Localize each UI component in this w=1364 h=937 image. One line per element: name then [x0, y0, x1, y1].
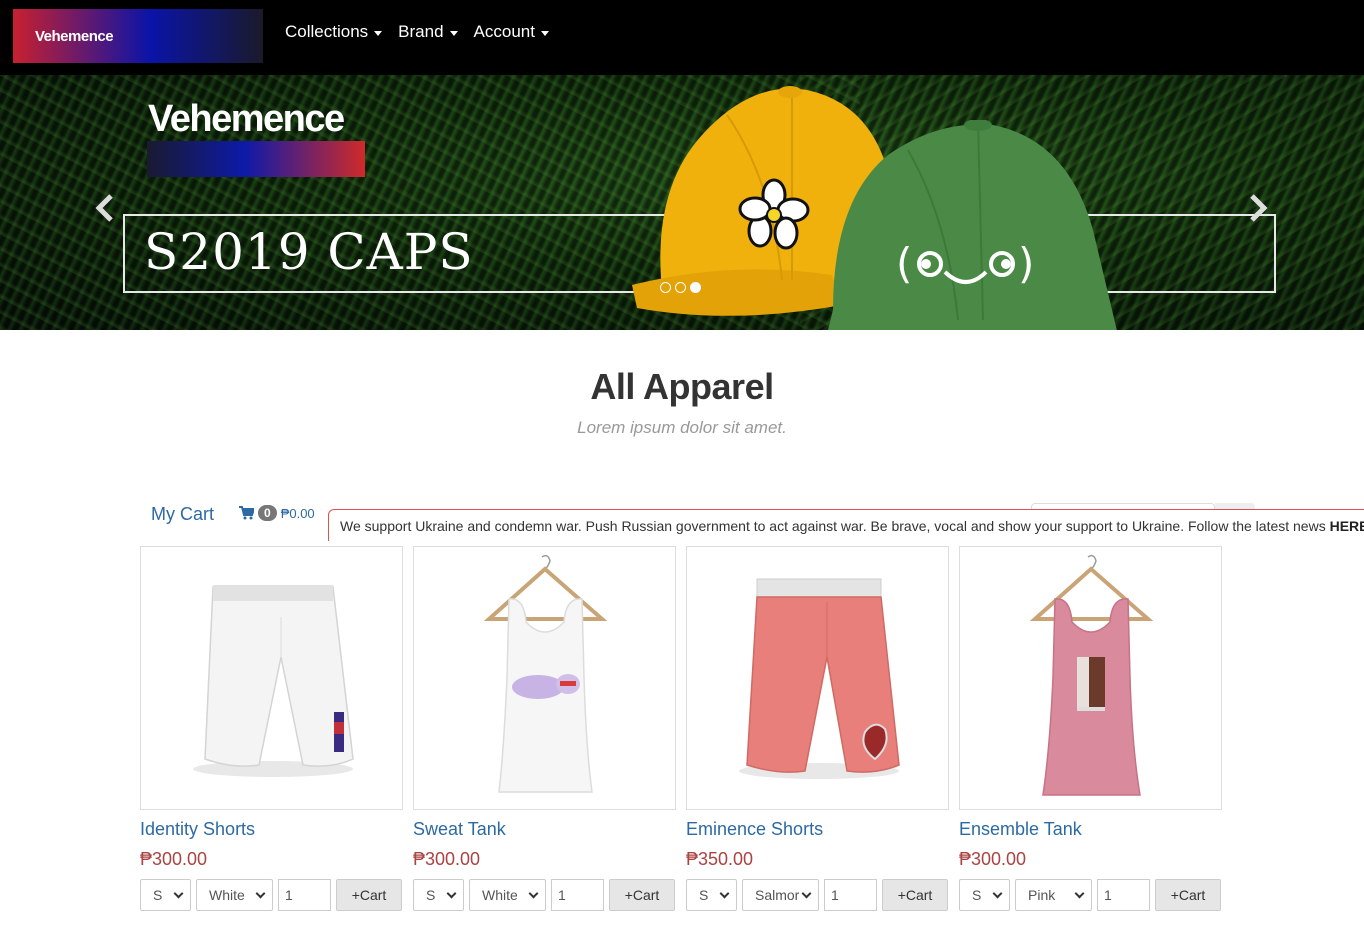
chevron-down-icon — [719, 888, 730, 898]
product-image[interactable] — [686, 546, 949, 810]
nav-collections[interactable]: Collections — [285, 22, 383, 42]
tank-top-image — [483, 554, 608, 793]
carousel-next-button[interactable] — [1248, 193, 1270, 231]
product-card: Identity Shorts ₱300.00 S White 1 +Cart — [140, 546, 403, 911]
product-controls: S Pink 1 +Cart — [959, 879, 1221, 911]
product-name[interactable]: Sweat Tank — [413, 819, 676, 840]
color-value: White — [482, 887, 518, 903]
chevron-down-icon — [801, 888, 812, 898]
nav-brand-label: Brand — [398, 22, 444, 41]
color-value: Salmor — [755, 887, 800, 903]
carousel-indicators — [660, 282, 701, 293]
hero-title: S2019 CAPS — [144, 223, 474, 281]
carousel-dot-1[interactable] — [660, 282, 671, 293]
chevron-down-icon — [992, 888, 1003, 898]
chevron-down-icon — [446, 888, 457, 898]
size-select[interactable]: S — [959, 879, 1010, 911]
svg-text:): ) — [1018, 239, 1034, 288]
product-controls: S White 1 +Cart — [413, 879, 675, 911]
quantity-input[interactable]: 1 — [824, 879, 877, 911]
carousel-dot-2[interactable] — [675, 282, 686, 293]
cart-count-badge: 0 — [258, 505, 277, 521]
product-name[interactable]: Identity Shorts — [140, 819, 403, 840]
chevron-down-icon — [528, 888, 539, 898]
carousel-dot-3[interactable] — [690, 282, 701, 293]
add-to-cart-button[interactable]: +Cart — [336, 879, 402, 911]
product-controls: S Salmor 1 +Cart — [686, 879, 948, 911]
brand-logo[interactable]: Vehemence — [13, 9, 263, 63]
color-value: Pink — [1028, 887, 1056, 903]
quantity-input[interactable]: 1 — [551, 879, 604, 911]
product-price: ₱300.00 — [140, 849, 208, 869]
chevron-down-icon — [173, 888, 184, 898]
add-to-cart-button[interactable]: +Cart — [882, 879, 948, 911]
color-select[interactable]: White — [196, 879, 273, 911]
caret-down-icon — [540, 30, 549, 36]
carousel-prev-button[interactable] — [93, 193, 115, 231]
product-price: ₱350.00 — [686, 849, 754, 869]
shopping-cart-icon — [239, 506, 254, 520]
product-price: ₱300.00 — [413, 849, 481, 869]
shorts-image — [739, 578, 900, 779]
chevron-down-icon — [255, 888, 266, 898]
tank-top-image — [1029, 554, 1154, 796]
hero-brand: Vehemence — [148, 98, 345, 140]
product-image[interactable] — [413, 546, 676, 810]
nav-account-label: Account — [473, 22, 535, 41]
color-select[interactable]: Salmor — [742, 879, 819, 911]
nav-account[interactable]: Account — [474, 22, 549, 42]
section-title: All Apparel — [590, 366, 774, 407]
size-value: S — [972, 887, 982, 903]
green-cap-image: ( ) — [828, 120, 1117, 330]
product-card: Ensemble Tank ₱300.00 S Pink 1 +Cart — [959, 546, 1222, 911]
color-select[interactable]: White — [469, 879, 546, 911]
chevron-right-icon — [1250, 194, 1268, 222]
brand-name: Vehemence — [35, 27, 114, 45]
nav-menu: Collections Brand Account — [285, 22, 565, 42]
size-value: S — [153, 887, 163, 903]
product-image[interactable] — [140, 546, 403, 810]
size-select[interactable]: S — [140, 879, 191, 911]
color-select[interactable]: Pink — [1015, 879, 1092, 911]
color-value: White — [209, 887, 245, 903]
product-card: Eminence Shorts ₱350.00 S Salmor 1 +Cart — [686, 546, 949, 911]
product-price: ₱300.00 — [959, 849, 1027, 869]
hero-brand-bar — [147, 141, 365, 177]
notice-link[interactable]: HERE — [1330, 518, 1364, 534]
nav-collections-label: Collections — [285, 22, 369, 41]
add-to-cart-button[interactable]: +Cart — [609, 879, 675, 911]
product-name[interactable]: Eminence Shorts — [686, 819, 949, 840]
cart-total: ₱0.00 — [280, 505, 315, 521]
add-to-cart-button[interactable]: +Cart — [1155, 879, 1221, 911]
product-controls: S White 1 +Cart — [140, 879, 402, 911]
product-image[interactable] — [959, 546, 1222, 810]
quantity-input[interactable]: 1 — [278, 879, 331, 911]
quantity-input[interactable]: 1 — [1097, 879, 1150, 911]
navbar: Vehemence Collections Brand Account — [0, 0, 1364, 75]
nav-brand[interactable]: Brand — [398, 22, 458, 42]
section-subtitle: Lorem ipsum dolor sit amet. — [577, 418, 787, 437]
caret-down-icon — [449, 30, 458, 36]
chevron-left-icon — [95, 194, 113, 222]
product-name[interactable]: Ensemble Tank — [959, 819, 1222, 840]
product-card: Sweat Tank ₱300.00 S White 1 +Cart — [413, 546, 676, 911]
cart-summary[interactable]: 0 ₱0.00 — [239, 505, 315, 521]
svg-text:(: ( — [896, 239, 912, 288]
chevron-down-icon — [1074, 888, 1085, 898]
hero-carousel: Vehemence S2019 CAPS ( ) — [0, 75, 1364, 330]
ukraine-notice-banner: We support Ukraine and condemn war. Push… — [328, 509, 1364, 541]
caret-down-icon — [374, 30, 383, 36]
size-value: S — [426, 887, 436, 903]
size-select[interactable]: S — [413, 879, 464, 911]
notice-text: We support Ukraine and condemn war. Push… — [340, 518, 1330, 534]
size-value: S — [699, 887, 709, 903]
my-cart-link[interactable]: My Cart — [151, 504, 214, 525]
shorts-image — [193, 585, 354, 777]
size-select[interactable]: S — [686, 879, 737, 911]
